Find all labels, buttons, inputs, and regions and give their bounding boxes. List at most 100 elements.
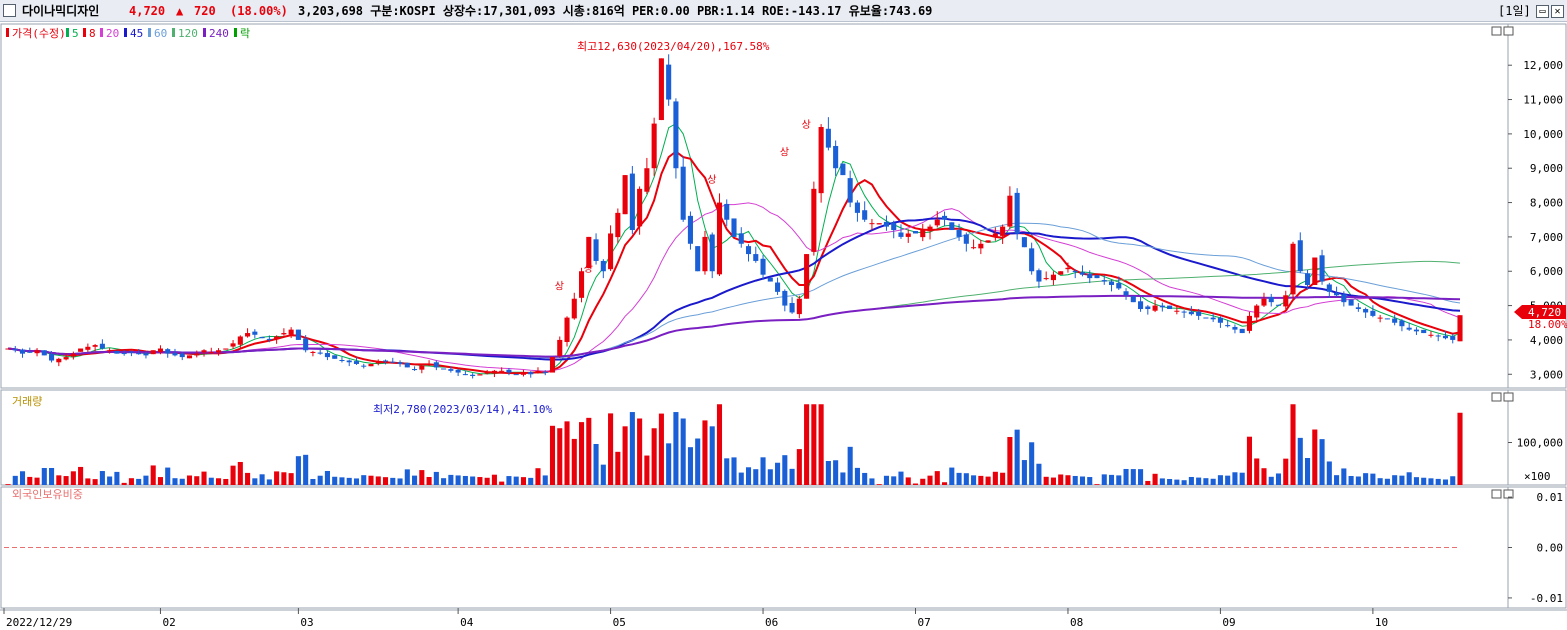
candle — [971, 239, 977, 250]
candle-body — [470, 374, 476, 376]
volume-bar — [586, 417, 592, 485]
volume-bar — [1239, 472, 1245, 485]
candle — [949, 222, 955, 231]
volume-bar — [941, 482, 948, 485]
candle-body — [687, 215, 693, 244]
candle-body — [1094, 275, 1100, 279]
volume-bar — [1225, 475, 1231, 485]
volume-bar — [1413, 477, 1419, 485]
candle-body — [455, 369, 461, 373]
legend-swatch — [124, 28, 127, 37]
volume-bar — [978, 475, 984, 485]
candle — [1232, 324, 1238, 334]
candle-body — [1413, 329, 1419, 332]
x-tick-label: 02 — [162, 616, 175, 629]
candle-body — [266, 338, 272, 340]
volume-bar — [491, 474, 497, 485]
volume-bar — [78, 466, 84, 485]
legend-swatch — [203, 28, 206, 37]
volume-bar — [666, 443, 672, 485]
candle-body — [658, 58, 664, 121]
candle-body — [1138, 301, 1144, 310]
candle — [898, 224, 904, 239]
volume-bar — [1079, 476, 1086, 485]
volume-bar — [1167, 479, 1173, 485]
candle-body — [978, 243, 984, 249]
volume-bar — [731, 457, 737, 485]
legend-label: 60 — [154, 27, 167, 40]
candle — [1123, 288, 1129, 300]
volume-bar — [477, 477, 483, 485]
volume-bar — [1261, 468, 1267, 485]
candle — [404, 362, 410, 368]
volume-bar — [1297, 437, 1303, 485]
candle-body — [448, 369, 454, 371]
candle-body — [1377, 317, 1383, 319]
candle-body — [1326, 284, 1332, 292]
candle — [1413, 327, 1419, 335]
price-tick-label: 9,000 — [1530, 162, 1563, 175]
volume-bar — [34, 477, 40, 485]
candle-body — [1000, 226, 1006, 236]
volume-bar — [252, 478, 258, 485]
candle — [804, 254, 810, 299]
candle — [34, 348, 40, 357]
price-tick-label: 4,000 — [1530, 334, 1563, 347]
volume-bar — [709, 426, 715, 485]
candle — [491, 369, 497, 378]
candle-body — [165, 349, 171, 354]
candle — [745, 244, 752, 262]
candle-body — [1087, 273, 1093, 279]
candle-body — [549, 357, 556, 373]
candle-body — [564, 317, 570, 342]
candle — [600, 259, 606, 279]
volume-bar — [353, 478, 360, 485]
candle-body — [128, 351, 134, 353]
volume-bar — [549, 425, 556, 485]
candle — [549, 357, 556, 373]
candle — [847, 170, 853, 208]
volume-bar — [687, 447, 693, 485]
candle — [1348, 299, 1354, 306]
limit-up-marker: 상 — [780, 146, 789, 158]
candle — [324, 350, 330, 361]
candle — [477, 374, 483, 376]
volume-bar — [1145, 480, 1151, 485]
volume-bar — [622, 426, 628, 485]
candle-body — [1116, 283, 1122, 289]
candle — [1152, 299, 1158, 313]
candle-body — [1123, 291, 1129, 296]
volume-bar — [1348, 476, 1354, 485]
legend-label: 240 — [209, 27, 229, 40]
candle-body — [288, 329, 294, 335]
candle — [789, 297, 795, 314]
foreign-tick-label: -0.01 — [1530, 592, 1563, 605]
candle — [1101, 275, 1107, 285]
candle-body — [767, 277, 773, 282]
candle-body — [651, 123, 657, 169]
candle-body — [600, 260, 606, 272]
volume-bar — [615, 451, 621, 485]
volume-bar — [1363, 473, 1369, 485]
candle-body — [70, 353, 76, 357]
volume-bar — [186, 475, 193, 485]
candle — [1377, 314, 1383, 323]
candle-body — [738, 233, 744, 244]
candle — [941, 211, 948, 227]
volume-bar — [775, 462, 781, 485]
candle-body — [637, 188, 643, 227]
volume-bar — [804, 404, 810, 485]
volume-bar — [724, 458, 730, 485]
candle — [716, 193, 723, 277]
candle-body — [1275, 304, 1282, 306]
volume-bar — [738, 472, 744, 485]
volume-bar — [332, 476, 338, 485]
candle — [767, 277, 773, 282]
legend-label: 락 — [240, 27, 250, 40]
volume-bar — [564, 421, 570, 485]
volume-bar — [201, 471, 207, 485]
candle-body — [1450, 336, 1456, 340]
volume-bar — [121, 482, 127, 485]
candle-body — [1283, 295, 1289, 307]
candle-body — [19, 349, 26, 354]
